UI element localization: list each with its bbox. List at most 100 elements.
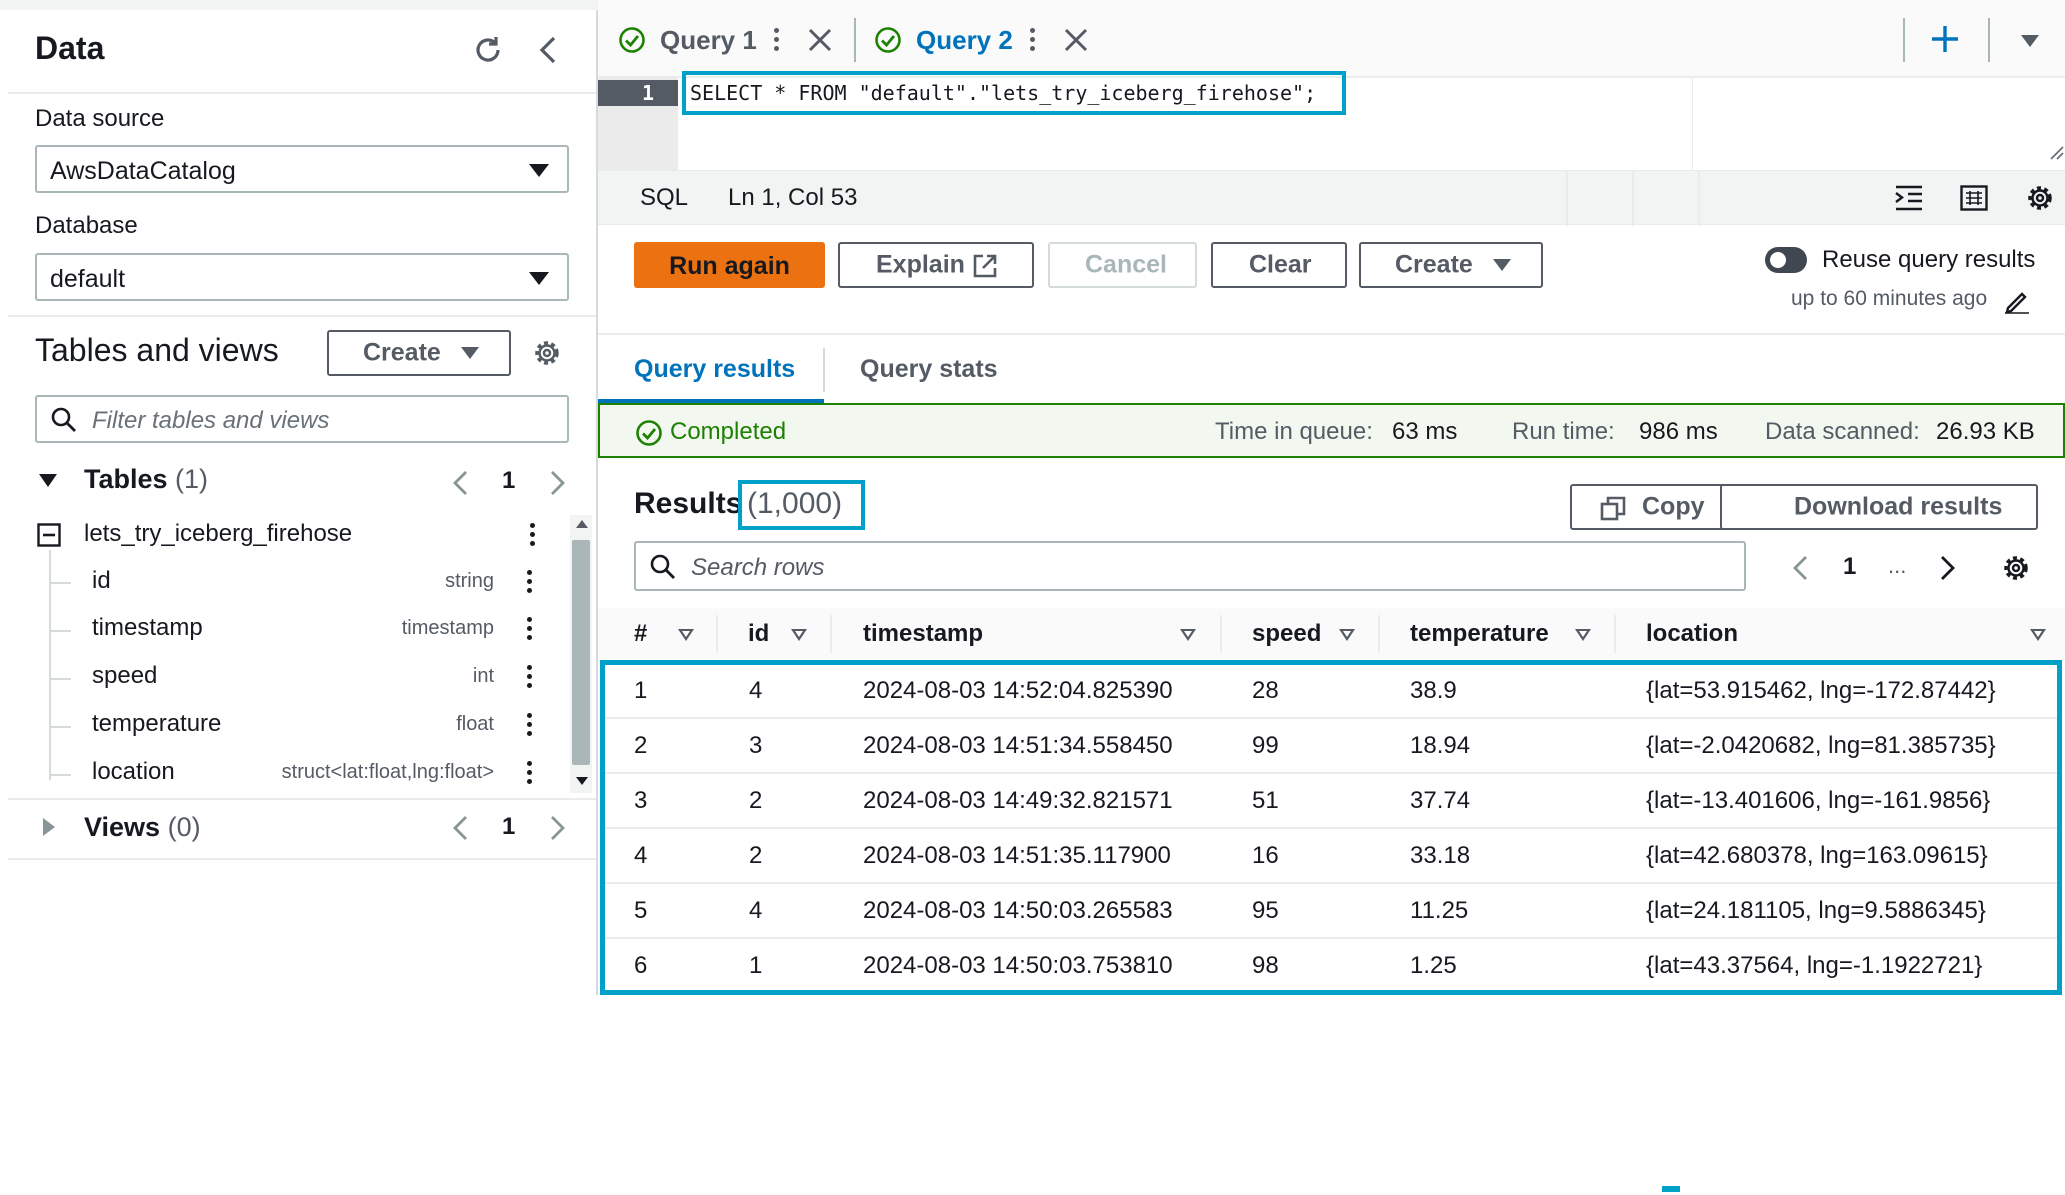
more-actions-icon[interactable] [527,759,533,787]
success-check-icon [874,26,902,54]
copy-button[interactable]: Copy [1570,484,1736,530]
table-row[interactable]: 2 3 2024-08-03 14:51:34.558450 99 18.94 … [605,720,2057,774]
format-query-icon[interactable] [1894,185,1924,211]
scrollbar-thumb[interactable] [572,540,590,765]
prev-page-icon[interactable] [452,470,470,496]
cell-index: 1 [634,677,648,704]
cell-timestamp: 2024-08-03 14:51:35.117900 [863,842,1171,869]
prev-page-icon[interactable] [1792,555,1810,581]
run-again-button[interactable]: Run again [634,242,825,288]
cell-timestamp: 2024-08-03 14:51:34.558450 [863,732,1173,759]
table-row[interactable]: 6 1 2024-08-03 14:50:03.753810 98 1.25 {… [605,940,2057,994]
clear-button[interactable]: Clear [1211,242,1347,288]
column-resizer[interactable] [716,615,718,653]
views-section-title[interactable]: Views (0) [84,812,201,843]
column-header-id[interactable]: id [748,620,769,648]
table-name[interactable]: lets_try_iceberg_firehose [84,520,352,548]
column-header-index[interactable]: # [634,620,647,648]
edit-pencil-icon[interactable] [2004,288,2030,314]
close-tab-icon[interactable] [1064,28,1088,52]
data-scanned-label: Data scanned: [1765,418,1920,445]
more-actions-icon[interactable] [530,521,536,549]
tab-query-results[interactable]: Query results [634,355,795,384]
tabs-menu-caret-icon[interactable] [2020,34,2040,48]
tab-separator [823,348,825,392]
data-source-select[interactable]: AwsDataCatalog [35,145,569,193]
next-page-icon[interactable] [548,470,566,496]
cell-id: 2 [749,787,763,814]
views-page-number[interactable]: 1 [502,813,515,841]
prev-page-icon[interactable] [452,815,470,841]
column-resizer[interactable] [1378,615,1380,653]
collapse-panel-icon[interactable] [538,36,558,64]
tab-options-icon[interactable] [774,26,780,54]
tab-separator [1988,18,1990,62]
filter-icon[interactable] [1575,629,1591,641]
table-row[interactable]: 5 4 2024-08-03 14:50:03.265583 95 11.25 … [605,885,2057,939]
more-actions-icon[interactable] [527,568,533,596]
filter-icon[interactable] [791,629,807,641]
filter-tables-input[interactable]: Filter tables and views [35,395,569,443]
column-header-speed[interactable]: speed [1252,620,1321,648]
table-settings-gear-icon[interactable] [2001,553,2031,583]
panel-title: Data [35,30,105,66]
next-page-icon[interactable] [548,815,566,841]
settings-gear-icon[interactable] [532,338,562,368]
tree-guide [49,726,71,728]
database-select[interactable]: default [35,253,569,301]
collapse-box-icon[interactable] [37,523,61,547]
results-title: Results [634,487,743,520]
explain-button[interactable]: Explain [838,242,1034,288]
more-actions-icon[interactable] [527,615,533,643]
column-resizer[interactable] [830,615,832,653]
sql-editor[interactable]: 1 SELECT * FROM "default"."lets_try_iceb… [598,71,2065,170]
table-row[interactable]: 3 2 2024-08-03 14:49:32.821571 51 37.74 … [605,775,2057,829]
search-rows-input[interactable]: Search rows [634,541,1746,591]
more-actions-icon[interactable] [527,663,533,691]
expand-caret-right-icon[interactable] [42,817,56,837]
download-label: Download results [1794,492,2003,521]
caret-down-icon [1493,259,1511,271]
column-resizer[interactable] [1220,615,1222,653]
filter-icon[interactable] [1180,629,1196,641]
resize-handle-icon[interactable] [2048,144,2064,160]
column-header-timestamp[interactable]: timestamp [863,620,983,648]
add-tab-icon[interactable] [1930,24,1960,54]
filter-icon[interactable] [1339,629,1355,641]
next-page-icon[interactable] [1938,555,1956,581]
tab-query-stats[interactable]: Query stats [860,355,998,384]
scroll-down-icon[interactable] [576,777,588,785]
cancel-button: Cancel [1048,242,1197,288]
close-tab-icon[interactable] [808,28,832,52]
tables-page-number[interactable]: 1 [502,467,515,495]
column-header-location[interactable]: location [1646,620,1738,648]
results-page-number[interactable]: 1 [1843,553,1856,581]
create-button[interactable]: Create [1359,242,1543,288]
filter-icon[interactable] [678,629,694,641]
download-results-button[interactable]: Download results [1720,484,2038,530]
expand-caret-down-icon[interactable] [38,472,58,488]
keyboard-shortcuts-icon[interactable] [1960,185,1988,211]
table-row[interactable]: 1 4 2024-08-03 14:52:04.825390 28 38.9 {… [605,665,2057,719]
refresh-icon[interactable] [472,34,504,66]
divider [8,858,596,860]
tables-section-title[interactable]: Tables (1) [84,464,208,495]
more-actions-icon[interactable] [527,711,533,739]
tab-query-2[interactable]: Query 2 [874,0,1104,78]
divider [8,798,596,800]
reuse-results-toggle[interactable] [1765,247,1807,273]
table-row[interactable]: 4 2 2024-08-03 14:51:35.117900 16 33.18 … [605,830,2057,884]
success-check-icon [618,26,646,54]
editor-settings-gear-icon[interactable] [2025,183,2055,213]
filter-icon[interactable] [2030,629,2046,641]
create-table-button[interactable]: Create [327,330,511,376]
column-header-temperature[interactable]: temperature [1410,620,1549,648]
cell-temperature: 38.9 [1410,677,1457,704]
column-resizer[interactable] [1614,615,1616,653]
tab-options-icon[interactable] [1030,26,1036,54]
query-tabs-bar: Query 1 Query 2 [598,0,2065,78]
cell-index: 5 [634,897,648,924]
tab-query-1[interactable]: Query 1 [618,0,848,78]
cursor-position: Ln 1, Col 53 [728,184,858,211]
scroll-up-icon[interactable] [576,520,588,528]
